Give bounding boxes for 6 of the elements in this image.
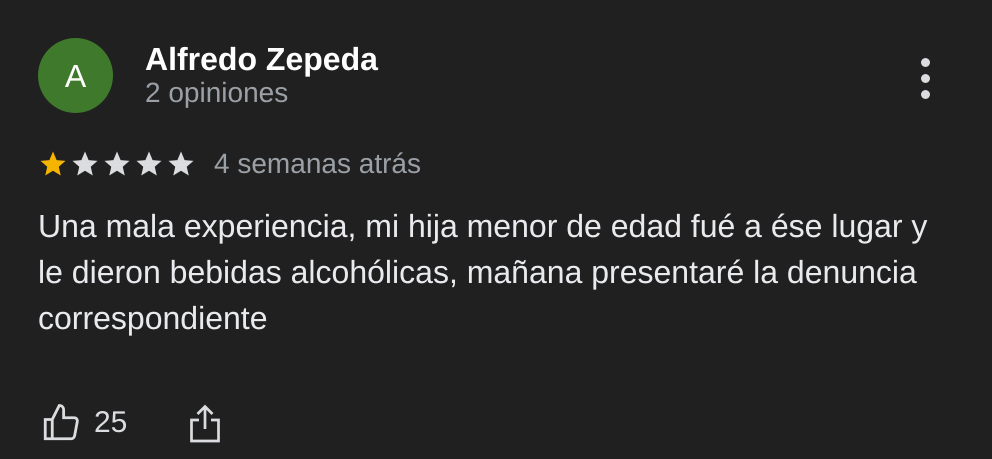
like-button[interactable]: 25: [38, 400, 128, 445]
review-count: 2 opiniones: [145, 77, 290, 109]
review-text: Una mala experiencia, mi hija menor de edad fué a ése lugar y le dieron bebidas alcohólicas, mañana presentaré la denuncia correspondiente: [38, 207, 928, 338]
review-time: 4 semanas atrás: [214, 147, 421, 181]
avatar: A: [38, 38, 113, 113]
author-name[interactable]: Alfredo Zepeda: [145, 41, 378, 77]
